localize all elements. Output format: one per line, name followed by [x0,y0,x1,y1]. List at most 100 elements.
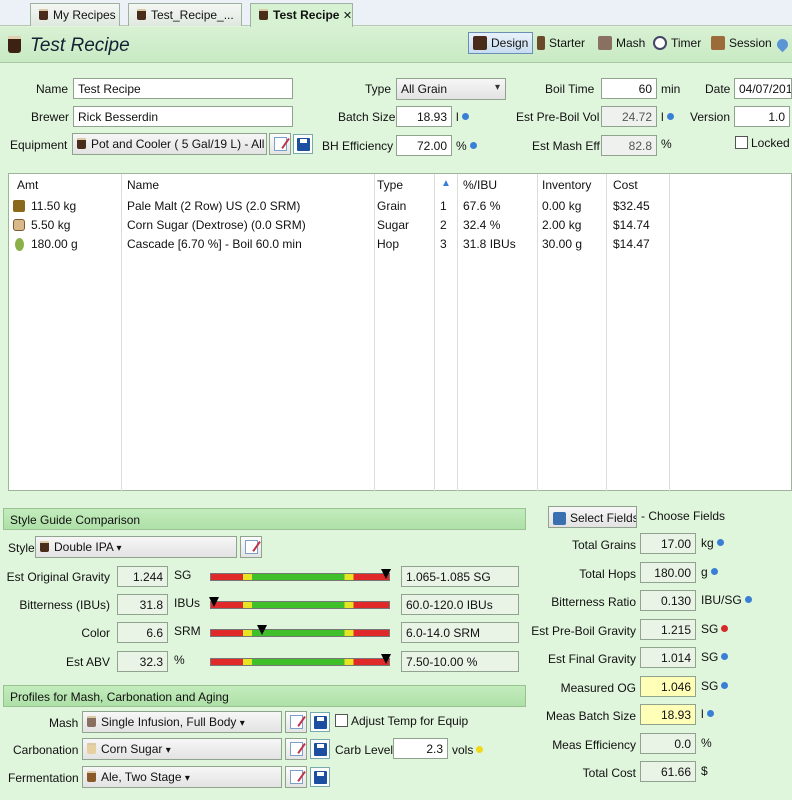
mash-eff-unit: % [661,137,672,151]
select-fields-button[interactable]: Select Fields [548,506,637,528]
pre-boil-vol-value: 24.72 [601,106,657,127]
stat-label: Est Final Gravity [547,652,636,666]
mash-tun-icon [598,36,612,50]
edit-fermentation-button[interactable] [285,766,307,788]
edit-icon [245,540,258,554]
equipment-select[interactable]: Pot and Cooler ( 5 Gal/19 L) - All G [72,133,267,155]
edit-style-button[interactable] [240,536,262,558]
save-icon [297,138,310,151]
design-button[interactable]: Design [468,32,534,54]
stat-unit: $ [701,764,708,778]
save-mash-button[interactable] [310,712,330,732]
tab-test-recipe-copy[interactable]: Test_Recipe_... [128,3,242,26]
type-label: Type [365,82,392,96]
carb-level-unit: vols [452,743,484,757]
edit-equipment-button[interactable] [269,133,291,155]
sugar-icon [87,743,96,754]
column-divider [434,174,435,492]
fermentation-select[interactable]: Ale, Two Stage ▾ [82,766,282,788]
name-input[interactable]: Test Recipe [73,78,293,99]
style-range-gauge [210,658,390,666]
edit-icon [290,770,303,784]
stat-value[interactable]: 1.046 [640,675,696,697]
sort-ascending-icon[interactable]: ▲ [441,178,451,189]
carb-level-input[interactable]: 2.3 [393,738,448,759]
document-tab-bar: My Recipes Test_Recipe_... Test Recipe ✕ [0,0,792,27]
session-button[interactable]: Session [706,32,777,54]
style-row-unit: SG [174,568,192,582]
stat-label: Bitterness Ratio [551,595,636,609]
tab-my-recipes[interactable]: My Recipes [30,3,120,26]
brewer-input[interactable]: Rick Besserdin [73,106,293,127]
save-icon [314,716,327,729]
hop-icon [15,238,24,251]
close-tab-icon[interactable]: ✕ [343,10,352,22]
batch-size-label: Batch Size [338,110,396,124]
bh-efficiency-input[interactable]: 72.00 [396,135,452,156]
column-header-pct-ibu[interactable]: %/IBU [463,178,497,192]
edit-carbonation-button[interactable] [285,738,307,760]
date-label: Date [705,82,731,96]
carb-level-label: Carb Level [335,743,394,757]
carbonation-select[interactable]: Corn Sugar ▾ [82,738,282,760]
edit-icon [274,137,287,151]
date-input[interactable]: 04/07/2018 [734,78,792,99]
ingredients-table: Amt Name Type ▲ %/IBU Inventory Cost 11.… [8,173,792,492]
column-divider [374,174,375,492]
locked-label: Locked [751,136,790,150]
stat-value: 180.00 [640,561,696,583]
locked-checkbox[interactable] [735,136,748,149]
mash-profile-label: Mash [49,716,79,730]
column-header-amt[interactable]: Amt [17,178,38,192]
carbonation-label: Carbonation [13,743,79,757]
style-guide-section-header: Style Guide Comparison [3,508,526,530]
select-fields-icon [553,512,566,525]
equipment-label: Equipment [10,138,68,152]
save-equipment-button[interactable] [293,134,313,154]
save-icon [314,771,327,784]
status-dot-icon [721,624,729,632]
version-input[interactable]: 1.0 [734,106,790,127]
boil-time-input[interactable]: 60 [601,78,657,99]
beer-mug-icon [40,541,49,552]
profiles-section-header: Profiles for Mash, Carbonation and Aging [3,685,526,707]
tab-test-recipe[interactable]: Test Recipe ✕ [250,3,353,27]
info-dot-icon [666,113,674,120]
save-carbonation-button[interactable] [310,739,330,759]
chevron-down-icon: ▾ [494,82,500,93]
starter-button[interactable]: Starter [532,32,590,54]
style-row-unit: % [174,653,185,667]
stat-value: 0.130 [640,590,696,611]
stat-unit: IBU/SG [701,593,752,607]
timer-button[interactable]: Timer [648,32,706,54]
column-header-name[interactable]: Name [127,178,159,192]
column-header-cost[interactable]: Cost [613,178,638,192]
type-select[interactable]: All Grain ▾ [396,78,506,100]
water-drop-button[interactable] [774,32,792,54]
save-fermentation-button[interactable] [310,767,330,787]
stat-label: Meas Efficiency [552,737,636,752]
column-header-inventory[interactable]: Inventory [542,178,591,192]
chevron-down-icon: ▾ [239,718,245,729]
edit-icon [290,742,303,756]
batch-size-input[interactable]: 18.93 [396,106,452,127]
mash-profile-select[interactable]: Single Infusion, Full Body ▾ [82,711,282,733]
adjust-temp-checkbox[interactable] [335,714,348,727]
pre-boil-vol-unit: l [661,110,674,124]
stat-value[interactable]: 18.93 [640,704,696,725]
style-row-unit: IBUs [174,596,201,610]
stat-label: Total Cost [582,766,636,780]
style-row-range: 7.50-10.00 % [401,651,519,672]
stat-label: Meas Batch Size [545,709,636,723]
stat-unit: kg [701,536,724,550]
stat-value: 61.66 [640,761,696,782]
style-row-label: Est ABV [65,655,110,669]
style-select[interactable]: Double IPA ▾ [35,536,237,558]
style-row-label: Bitterness (IBUs) [19,598,110,612]
mash-button[interactable]: Mash [593,32,650,54]
edit-mash-button[interactable] [285,711,307,733]
column-header-type[interactable]: Type [377,178,403,192]
bh-efficiency-unit: % [456,139,477,153]
style-row-value: 6.6 [117,622,168,643]
clock-icon [653,36,667,50]
